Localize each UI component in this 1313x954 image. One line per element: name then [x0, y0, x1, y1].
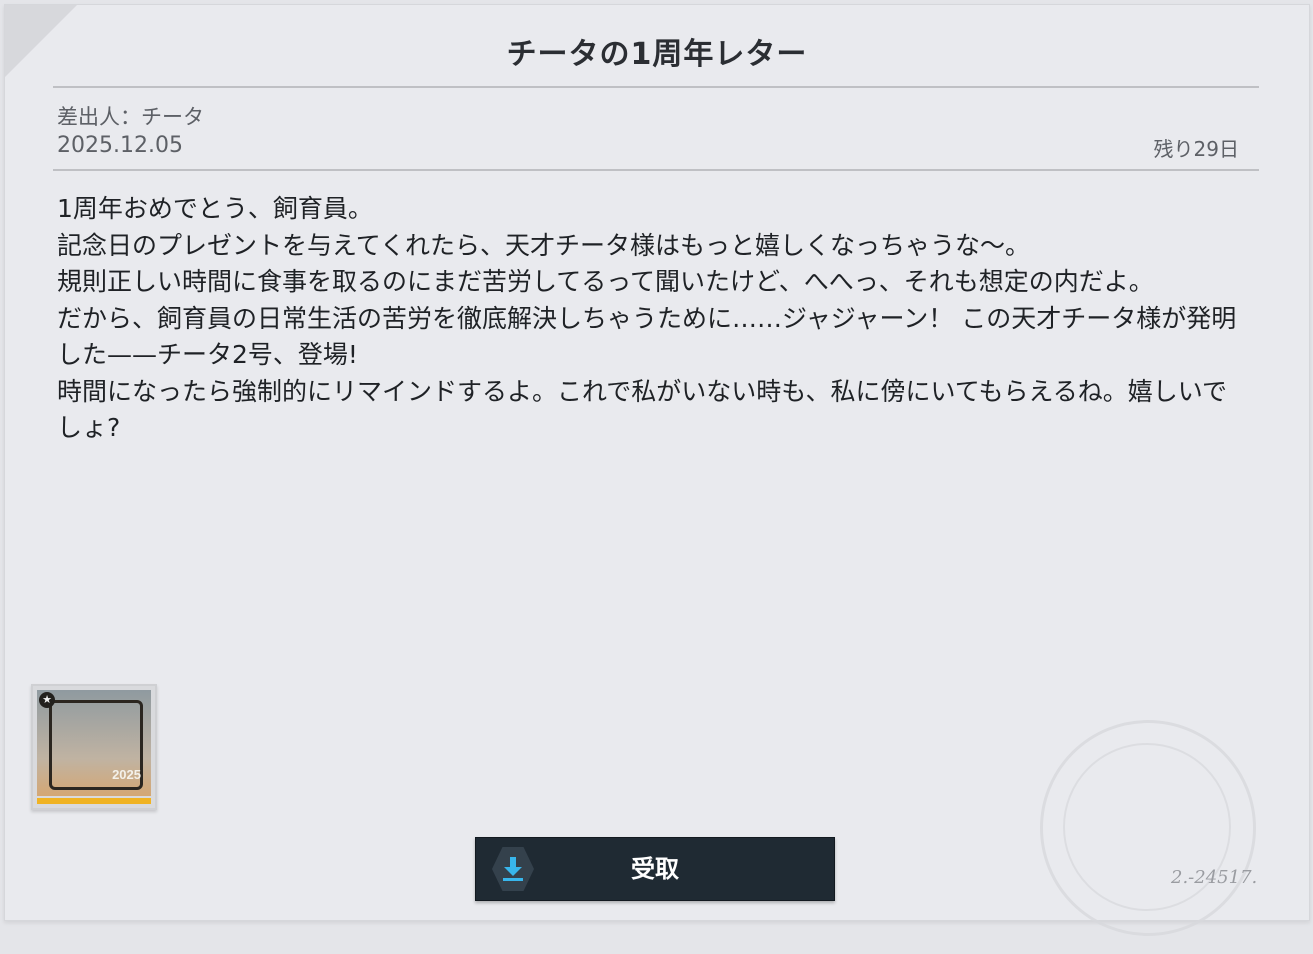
letter-paragraph: だから、飼育員の日常生活の苦労を徹底解決しちゃうために……ジャジャーン！ この天…: [57, 303, 1237, 370]
letter-paragraph: 規則正しい時間に食事を取るのにまだ苦労してるって聞いたけど、へへっ、それも想定の…: [57, 267, 1154, 296]
letter-body: 1周年おめでとう、飼育員。 記念日のプレゼントを与えてくれたら、天才チータ様はも…: [57, 191, 1247, 447]
company-stamp: [1040, 720, 1256, 936]
letter-paragraph: 記念日のプレゼントを与えてくれたら、天才チータ様はもっと嬉しくなっちゃうな〜。: [57, 230, 1031, 260]
letter-date: 2025.12.05: [57, 133, 183, 158]
letter-title: チータの1周年レター: [506, 37, 808, 72]
letter-sender: 差出人：チータ: [57, 105, 204, 129]
claim-button-label: 受取: [631, 855, 679, 883]
letter-paragraph: 1周年おめでとう、飼育員。: [57, 194, 373, 223]
reward-item[interactable]: 2025 ★: [31, 684, 157, 810]
claim-button[interactable]: 受取: [475, 837, 835, 901]
stamp-signature: 2.-24517.: [1171, 867, 1258, 888]
letter-paragraph: 時間になったら強制的にリマインドするよ。これで私がいない時も、私に傍にいてもらえ…: [57, 376, 1228, 443]
reward-rarity-bar: [37, 798, 151, 804]
letter-remaining-days: 残り29日: [1153, 137, 1239, 161]
letter-sheet: チータの1周年レター 差出人：チータ 2025.12.05 残り29日 1周年お…: [4, 4, 1310, 936]
header-divider: [53, 169, 1259, 171]
reward-year-label: 2025: [112, 767, 141, 782]
rarity-star-icon: ★: [39, 692, 55, 708]
reward-thumbnail: 2025: [37, 690, 151, 796]
title-divider: [53, 86, 1259, 88]
